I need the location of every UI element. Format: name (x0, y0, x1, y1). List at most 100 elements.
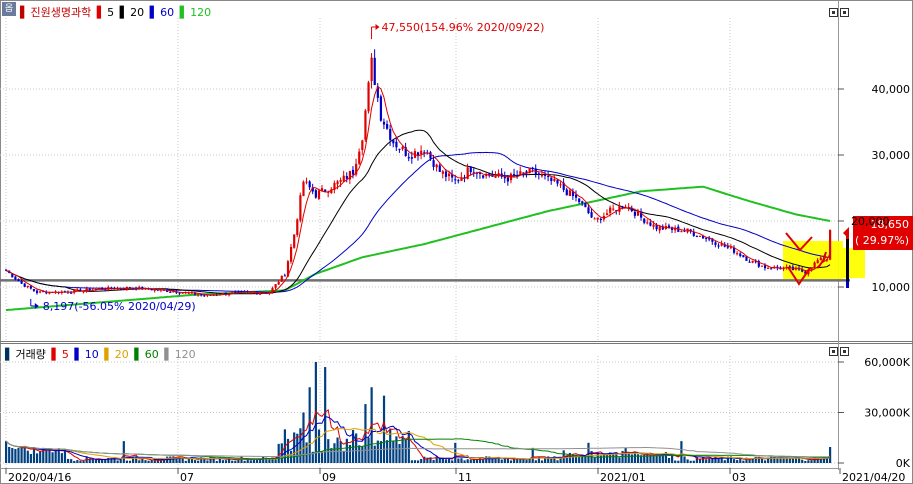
ma5-legend: 5 (107, 6, 115, 19)
volume-bar (460, 458, 463, 463)
volume-bar (763, 460, 767, 463)
candle-body (150, 289, 153, 291)
candle-body (314, 190, 317, 198)
candle-body (537, 173, 541, 175)
candle-body (519, 171, 522, 175)
volume-bar (45, 450, 48, 463)
current-change-value: ( 29.97%) (855, 234, 909, 247)
volume-bar (221, 460, 225, 463)
volume-bar (193, 460, 197, 463)
volume-bar (342, 450, 345, 463)
volume-bar (35, 453, 39, 463)
chart-settings-icon[interactable]: 옵 (2, 2, 16, 16)
candle-body (336, 181, 339, 185)
candle-body (351, 169, 355, 175)
volume-bar (243, 460, 246, 463)
candle-body (17, 279, 20, 282)
volume-bar (444, 459, 448, 463)
volume-tick-label: 0K (896, 457, 911, 470)
candle-body (274, 284, 277, 288)
candle-body (441, 171, 444, 174)
volume-bar (11, 447, 14, 463)
volume-bar (779, 458, 782, 463)
volume-bar (485, 456, 488, 463)
volume-bar (361, 446, 364, 463)
volume-bar (810, 460, 813, 463)
volume-bar (82, 460, 85, 463)
candle-body (565, 189, 568, 196)
volume-bar (66, 458, 70, 463)
volume-bar (327, 439, 330, 463)
candle-body (367, 82, 370, 112)
volume-bar (8, 446, 11, 463)
candle-body (302, 181, 305, 196)
volume-bar (417, 460, 420, 463)
volume-bar (605, 454, 609, 463)
volume-bar (26, 450, 29, 463)
volume-bar (51, 452, 54, 463)
volume-pane-close-button[interactable] (840, 347, 849, 356)
volume-bar (234, 460, 237, 463)
candle-body (652, 224, 655, 227)
volume-tick-label: 30,000K (864, 407, 910, 420)
volume-bar (413, 460, 417, 463)
volume-bar (116, 460, 119, 463)
volume-bar (674, 460, 677, 463)
candle-body (76, 289, 79, 291)
candle-body (770, 268, 773, 270)
volume-bar (491, 458, 494, 463)
volume-bar (249, 460, 252, 463)
volume-bar (259, 460, 262, 463)
volume-bar (801, 459, 804, 463)
date-tick-label: 2021/01 (600, 471, 646, 484)
candle-body (32, 289, 36, 291)
candle-body (605, 213, 609, 215)
candle-body (379, 96, 383, 121)
candle-body (280, 275, 283, 282)
volume-bar (593, 457, 596, 463)
candle-body (760, 265, 764, 267)
price-pane-maximize-button[interactable] (829, 8, 838, 17)
volume-bar (97, 459, 101, 463)
candle-body (35, 290, 39, 293)
candle-body (444, 171, 448, 177)
candle-body (454, 179, 457, 181)
volume-bar (153, 460, 156, 463)
candle-body (277, 282, 280, 285)
candle-body (296, 219, 299, 235)
candle-body (559, 184, 562, 186)
candle-body (506, 177, 510, 182)
date-tick-label: 09 (322, 471, 336, 484)
candle-body (550, 177, 553, 182)
candle-body (590, 212, 593, 218)
candle-body (596, 217, 599, 220)
volume-bar (540, 460, 544, 463)
date-tick-label: 07 (180, 471, 194, 484)
volume-bar (705, 459, 708, 463)
volume-bar (581, 456, 584, 463)
price-tick-label: 30,000 (872, 149, 911, 162)
volume-bar (736, 460, 739, 463)
volume-bar (20, 447, 23, 463)
candle-body (658, 226, 661, 231)
volume-bar (404, 438, 407, 463)
candle-body (695, 235, 698, 237)
candle-body (698, 235, 702, 237)
candle-body (587, 207, 590, 214)
price-pane-close-button[interactable] (840, 8, 849, 17)
candle-body (373, 57, 376, 86)
vma20-legend: 20 (114, 348, 129, 361)
volume-bar (683, 456, 686, 463)
volume-pane-maximize-button[interactable] (829, 347, 838, 356)
candle-body (482, 175, 485, 178)
volume-bar (544, 458, 547, 463)
volume-bar (804, 460, 807, 463)
volume-bar (392, 441, 395, 463)
volume-bar (138, 460, 141, 463)
candle-body (547, 176, 550, 178)
candle-body (305, 181, 308, 183)
volume-bar (732, 459, 736, 463)
volume-bar (119, 459, 122, 463)
volume-bar (336, 437, 339, 463)
candle-body (197, 294, 200, 296)
